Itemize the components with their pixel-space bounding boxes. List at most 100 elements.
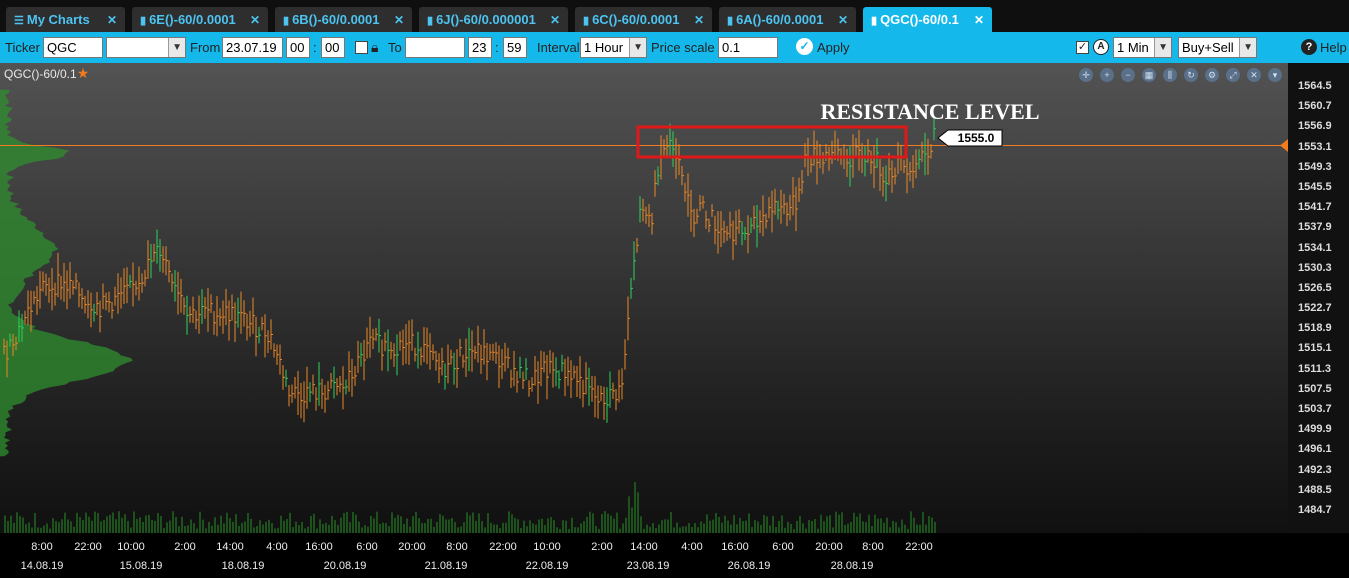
to-minute-input[interactable]: 59 — [503, 37, 527, 58]
to-hour-input[interactable]: 23 — [468, 37, 492, 58]
volume-bar — [139, 517, 141, 533]
ticker-dropdown[interactable]: ▼ — [106, 37, 186, 58]
from-date-input[interactable]: 23.07.19 — [222, 37, 283, 58]
volume-bar — [727, 520, 729, 533]
close-icon[interactable]: ✕ — [550, 7, 560, 33]
close-icon[interactable]: ✕ — [394, 7, 404, 33]
from-hour-input[interactable]: 00 — [286, 37, 310, 58]
volume-bar — [712, 519, 714, 533]
volume-bar — [325, 522, 327, 533]
tab-6b[interactable]: ▮ 6B()-60/0.0001 ✕ — [275, 7, 412, 33]
volume-bar — [718, 516, 720, 533]
y-tick-label: 1556.9 — [1298, 120, 1332, 133]
volume-bar — [895, 522, 897, 533]
interval-select[interactable]: 1 Hour ▼ — [580, 37, 647, 58]
volume-bar — [376, 511, 378, 533]
volume-bar — [544, 525, 546, 533]
close-icon[interactable]: ✕ — [250, 7, 260, 33]
close-icon[interactable]: ✕ — [107, 7, 117, 33]
refresh-icon[interactable]: ↻ — [1184, 68, 1198, 82]
x-time-label: 14:00 — [630, 541, 658, 553]
collapse-icon[interactable]: ▾ — [1268, 68, 1282, 82]
volume-bar — [928, 516, 930, 533]
volume-bar — [646, 524, 648, 533]
price-axis[interactable]: 1564.5 1560.7 1556.9 1553.1 1549.3 1545.5 1541… — [1288, 63, 1349, 533]
apply-button[interactable]: Apply — [817, 40, 850, 55]
columns-icon[interactable]: ⫼ — [1163, 68, 1177, 82]
close-chart-icon[interactable]: ✕ — [1247, 68, 1261, 82]
volume-bar — [181, 516, 183, 533]
volume-bar — [271, 523, 273, 533]
volume-bar — [103, 520, 105, 533]
volume-bar — [475, 520, 477, 533]
ticker-input[interactable]: QGC — [43, 37, 103, 58]
close-icon[interactable]: ✕ — [694, 7, 704, 33]
grid-icon[interactable]: ▦ — [1142, 68, 1156, 82]
apply-icon[interactable]: ✓ — [796, 38, 813, 55]
volume-bar — [670, 512, 672, 533]
to-date-input[interactable] — [405, 37, 465, 58]
volume-bar — [919, 524, 921, 533]
volume-bar — [412, 516, 414, 533]
tab-6e[interactable]: ▮ 6E()-60/0.0001 ✕ — [132, 7, 268, 33]
volume-bar — [886, 517, 888, 533]
volume-bar — [142, 522, 144, 533]
volume-bar — [355, 514, 357, 533]
y-tick-label: 1526.5 — [1298, 281, 1332, 294]
tab-label: My Charts — [26, 12, 90, 27]
volume-bar — [847, 523, 849, 533]
tab-6a[interactable]: ▮ 6A()-60/0.0001 ✕ — [719, 7, 856, 33]
volume-bar — [448, 519, 450, 533]
tab-qgc[interactable]: ▮ QGC()-60/0.1 ✕ — [863, 7, 992, 33]
help-button[interactable]: Help — [1320, 40, 1347, 55]
volume-bar — [529, 520, 531, 533]
close-icon[interactable]: ✕ — [838, 7, 848, 33]
volume-bar — [187, 525, 189, 533]
y-tick-label: 1492.3 — [1298, 463, 1332, 476]
volume-bar — [94, 511, 96, 533]
volume-bar — [496, 524, 498, 533]
tab-my-charts[interactable]: ☰ My Charts ✕ — [6, 7, 125, 33]
help-icon[interactable]: ? — [1301, 39, 1317, 55]
lock-icon: 🔒︎ — [371, 39, 379, 55]
favorite-star-icon[interactable]: ★ — [77, 65, 90, 81]
volume-bar — [133, 511, 135, 533]
volume-bar — [541, 518, 543, 533]
volume-bar — [160, 516, 162, 533]
volume-bar — [754, 520, 756, 533]
x-time-label: 6:00 — [772, 541, 794, 553]
volume-bar — [721, 522, 723, 533]
volume-bar — [628, 496, 630, 533]
expand-icon[interactable]: ⤢ — [1226, 68, 1240, 82]
tab-6j[interactable]: ▮ 6J()-60/0.000001 ✕ — [419, 7, 568, 33]
auto-icon[interactable]: A — [1093, 39, 1109, 55]
time-axis[interactable]: 8:00 22:00 10:00 2:00 14:00 4:00 16:00 6:00 20:0… — [0, 533, 1349, 578]
zoom-out-icon[interactable]: − — [1121, 68, 1135, 82]
volume-bar — [91, 520, 93, 533]
volume-bar — [868, 514, 870, 533]
side-select[interactable]: Buy+Sell ▼ — [1178, 37, 1257, 58]
volume-bar — [289, 512, 291, 533]
auto-checkbox[interactable]: ✓ — [1076, 41, 1089, 54]
y-tick-label: 1515.1 — [1298, 342, 1332, 355]
crosshair-icon[interactable]: ✛ — [1079, 68, 1093, 82]
volume-bar — [406, 518, 408, 533]
settings-gear-icon[interactable]: ⚙ — [1205, 68, 1219, 82]
volume-bar — [622, 523, 624, 533]
volume-bar — [199, 511, 201, 533]
volume-bar — [883, 522, 885, 533]
x-date-label: 26.08.19 — [727, 560, 771, 572]
volume-bar — [469, 515, 471, 533]
zoom-in-icon[interactable]: + — [1100, 68, 1114, 82]
volume-bar — [610, 515, 612, 533]
price-scale-input[interactable]: 0.1 — [718, 37, 778, 58]
volume-bar — [820, 514, 822, 533]
lock-checkbox[interactable] — [355, 41, 368, 54]
x-time-label: 4:00 — [681, 541, 703, 553]
timeframe-select[interactable]: 1 Min ▼ — [1113, 37, 1172, 58]
volume-bar — [82, 520, 84, 533]
chart-area[interactable]: RESISTANCE LEVEL1555.01553.5 QGC()-60/0.… — [0, 63, 1349, 578]
close-icon[interactable]: ✕ — [974, 7, 984, 33]
tab-6c[interactable]: ▮ 6C()-60/0.0001 ✕ — [575, 7, 712, 33]
from-minute-input[interactable]: 00 — [321, 37, 345, 58]
